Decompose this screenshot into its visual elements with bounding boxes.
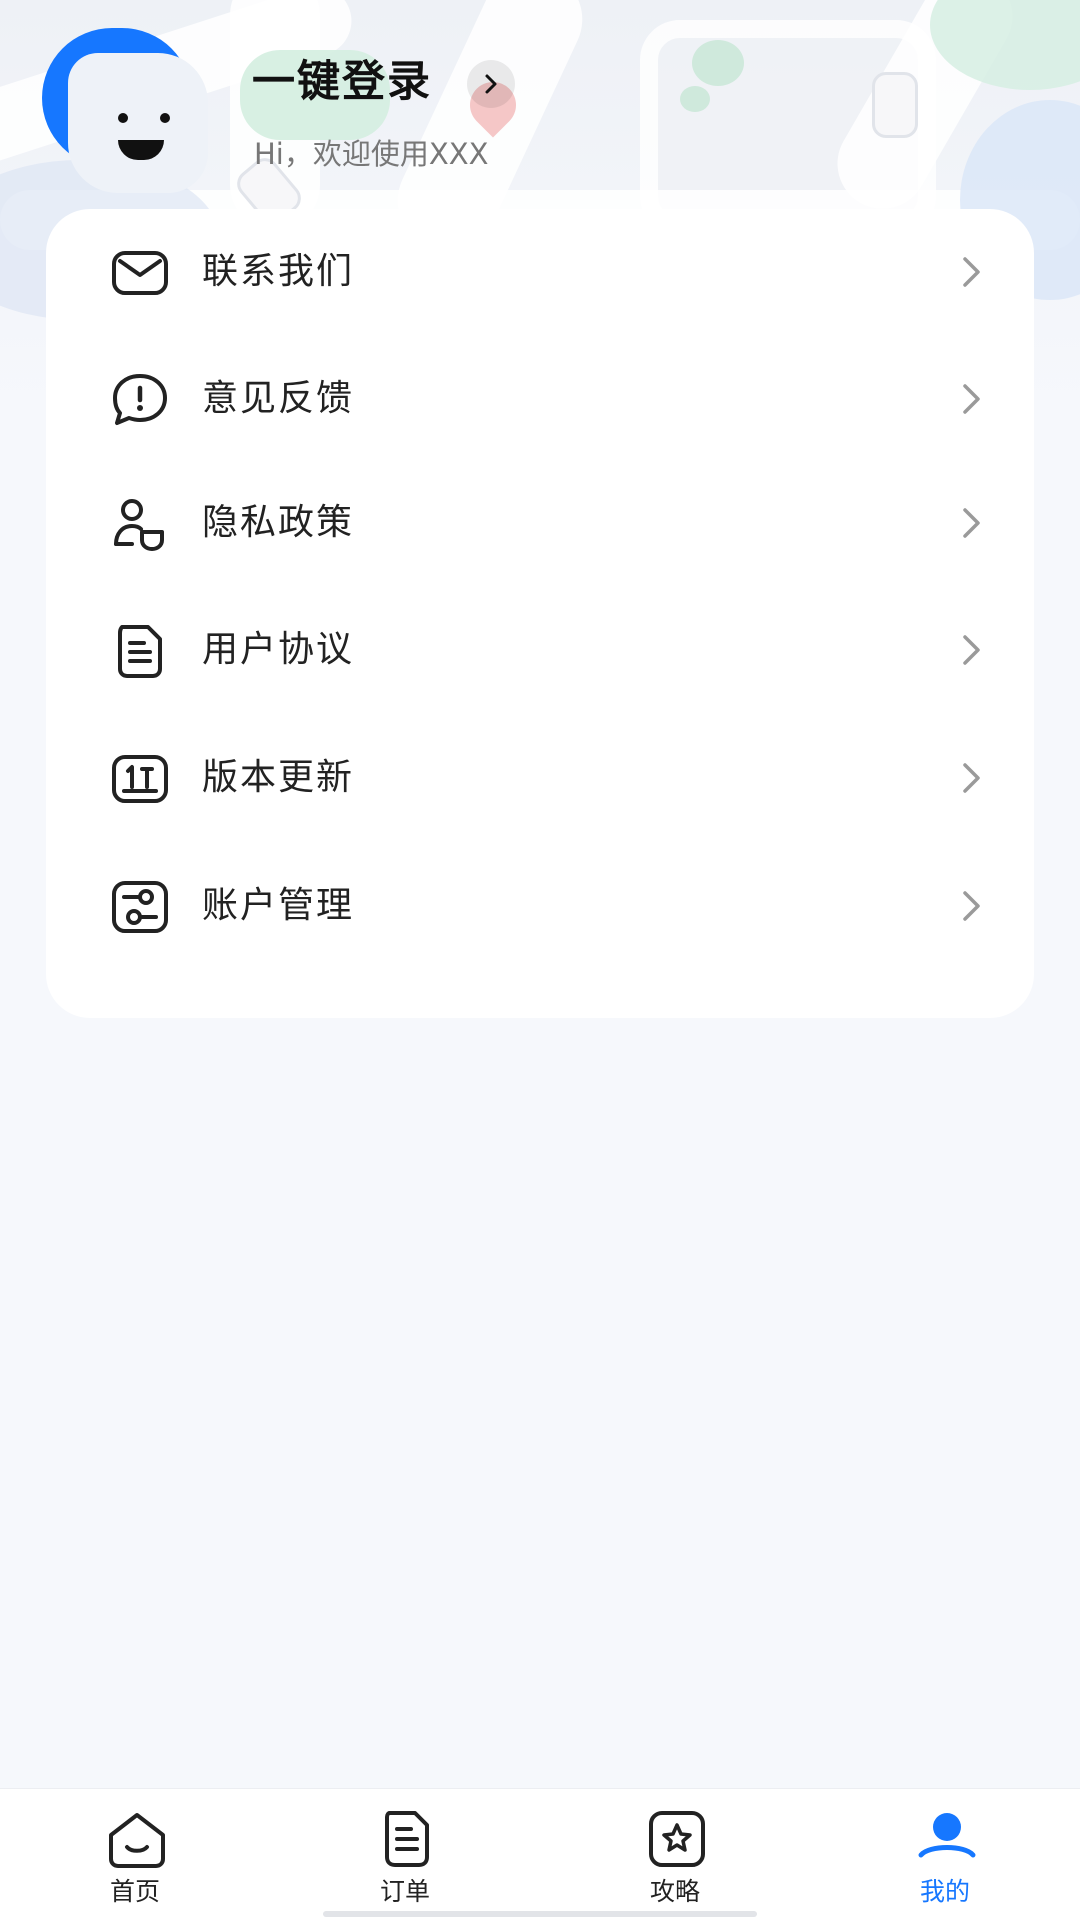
chevron-right-icon: [963, 257, 980, 287]
update-icon: [112, 755, 168, 803]
feedback-icon: [113, 374, 167, 425]
tab-label: 首页: [109, 1877, 160, 1906]
menu-item-label: 版本更新: [202, 757, 355, 798]
menu-item-label: 隐私政策: [202, 502, 355, 543]
menu-item-user-agreement[interactable]: 用户协议: [46, 587, 1034, 714]
menu-item-label: 意见反馈: [202, 378, 355, 419]
menu-item-contact-us[interactable]: 联系我们: [46, 209, 1034, 336]
chevron-right-icon: [963, 763, 980, 793]
orders-icon: [385, 1811, 429, 1867]
chevron-right-icon: [963, 508, 980, 538]
guide-icon: [649, 1811, 705, 1867]
tab-profile[interactable]: 我的: [845, 1789, 1045, 1921]
tab-label: 订单: [379, 1877, 430, 1906]
document-icon: [118, 625, 162, 678]
home-icon: [109, 1813, 165, 1868]
account-settings-icon: [112, 881, 168, 933]
tab-label: 攻略: [649, 1877, 700, 1906]
avatar[interactable]: [42, 28, 212, 193]
menu-item-label: 联系我们: [202, 251, 355, 292]
menu-item-version-update[interactable]: 版本更新: [46, 715, 1034, 842]
tab-label: 我的: [919, 1877, 970, 1906]
tab-home[interactable]: 首页: [35, 1789, 235, 1921]
menu-item-account-management[interactable]: 账户管理: [46, 843, 1034, 970]
chevron-right-icon: [963, 384, 980, 414]
profile-icon: [918, 1813, 976, 1858]
chevron-right-icon: [963, 635, 980, 665]
menu-item-privacy-policy[interactable]: 隐私政策: [46, 460, 1034, 587]
chevron-right-icon[interactable]: [467, 60, 515, 108]
settings-menu-card: 联系我们 意见反馈 隐私政策 用户协议 版本更新 账户管理: [46, 209, 1034, 1018]
menu-item-label: 账户管理: [202, 885, 355, 926]
bottom-tab-bar: 首页 订单 攻略 我的: [0, 1788, 1080, 1921]
mail-icon: [112, 251, 168, 295]
welcome-subtitle: Hi，欢迎使用XXX: [254, 137, 489, 171]
tab-guide[interactable]: 攻略: [575, 1789, 775, 1921]
menu-item-label: 用户协议: [202, 629, 355, 670]
chevron-right-icon: [963, 891, 980, 921]
menu-item-feedback[interactable]: 意见反馈: [46, 336, 1034, 463]
privacy-icon: [114, 499, 164, 551]
home-indicator: [323, 1911, 757, 1917]
one-click-login-title[interactable]: 一键登录: [252, 52, 432, 112]
tab-orders[interactable]: 订单: [305, 1789, 505, 1921]
